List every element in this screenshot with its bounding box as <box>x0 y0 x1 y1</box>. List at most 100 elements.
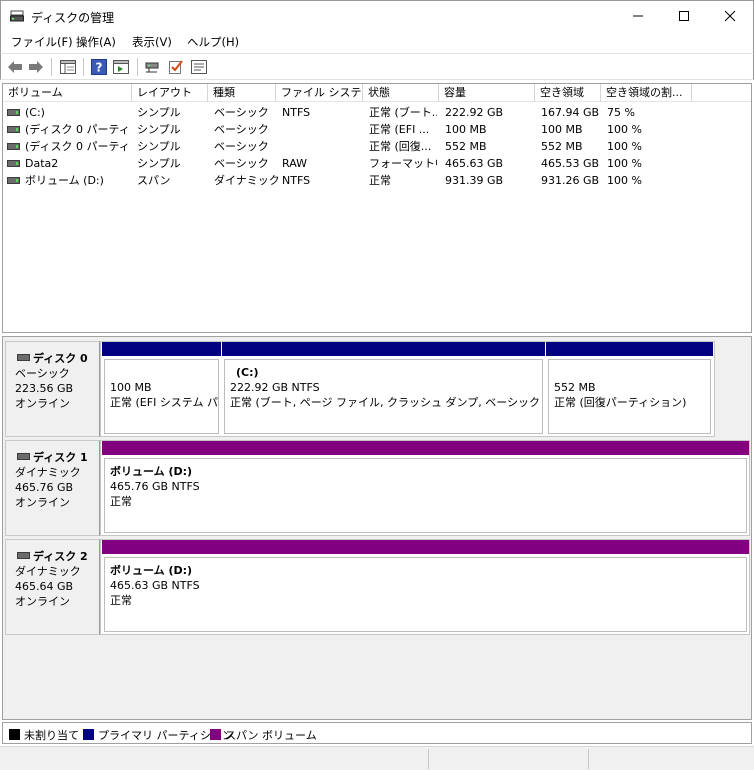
partition-c[interactable]: (C:) 222.92 GB NTFS 正常 (ブート, ページ ファイル, ク… <box>222 342 545 436</box>
partition-body: ボリューム (D:) 465.76 GB NTFS 正常 <box>104 458 747 533</box>
partition-color-bar <box>546 342 713 356</box>
disk-kind: ベーシック <box>15 367 70 380</box>
volume-capacity: 100 MB <box>445 123 487 136</box>
help-icon: ? <box>91 59 107 75</box>
volume-row[interactable]: (ディスク 0 パーティシ... シンプル ベーシック 正常 (EFI ... … <box>3 121 751 138</box>
back-arrow-icon <box>8 61 22 73</box>
legend-swatch <box>83 729 94 740</box>
disk-size: 223.56 GB <box>15 382 74 395</box>
status-bar <box>0 746 754 770</box>
disk-state: オンライン <box>15 595 70 608</box>
disk-2-label[interactable]: ディスク 2 ダイナミック 465.64 GB オンライン <box>5 539 100 635</box>
partition-status: 正常 <box>110 594 132 607</box>
partition-title: ボリューム (D:) <box>110 465 193 478</box>
volume-status: 正常 <box>369 174 391 187</box>
disk-0-label[interactable]: ディスク 0 ベーシック 223.56 GB オンライン <box>5 341 100 437</box>
partition-color-bar <box>102 342 221 356</box>
console-tree-button[interactable] <box>59 58 77 76</box>
back-button[interactable] <box>6 58 24 76</box>
disk-1-partitions: ボリューム (D:) 465.76 GB NTFS 正常 <box>100 440 750 536</box>
partition-body: 100 MB 正常 (EFI システム パー <box>104 359 219 434</box>
disk-state: オンライン <box>15 496 70 509</box>
volume-layout: シンプル <box>137 140 181 153</box>
volume-fs: NTFS <box>282 106 311 119</box>
drive-icon <box>7 109 20 116</box>
disk-0-partitions: 100 MB 正常 (EFI システム パー (C:) 222.92 GB NT… <box>100 341 715 437</box>
partition-size: 222.92 GB NTFS <box>230 381 320 394</box>
drive-icon <box>7 160 20 167</box>
disk-size: 465.64 GB <box>15 580 74 593</box>
properties-button[interactable] <box>190 58 208 76</box>
partition-status: 正常 (ブート, ページ ファイル, クラッシュ ダンプ, ベーシック データ … <box>230 396 542 409</box>
maximize-button[interactable] <box>661 1 707 31</box>
menu-view[interactable]: 表示(V) <box>132 34 172 50</box>
close-button[interactable] <box>707 1 753 31</box>
partition-title <box>110 365 218 380</box>
volume-row[interactable]: ボリューム (D:) スパン ダイナミック NTFS 正常 931.39 GB … <box>3 172 751 189</box>
partition-title <box>554 365 710 380</box>
minimize-icon <box>633 15 643 17</box>
volume-capacity: 931.39 GB <box>445 174 504 187</box>
partition-body: ボリューム (D:) 465.63 GB NTFS 正常 <box>104 557 747 632</box>
volume-layout: シンプル <box>137 157 181 170</box>
disk-state: オンライン <box>15 397 70 410</box>
partition-efi[interactable]: 100 MB 正常 (EFI システム パー <box>102 342 221 436</box>
volume-free: 465.53 GB <box>541 157 600 170</box>
volume-status: フォーマット中 <box>369 157 437 170</box>
show-hide-console-tree-icon <box>60 60 76 74</box>
check-icon <box>169 60 183 74</box>
connect-button[interactable] <box>144 58 162 76</box>
volume-free-pct: 75 % <box>607 106 635 119</box>
column-headers: ボリューム レイアウト 種類 ファイル システム 状態 容量 空き領域 空き領域… <box>3 84 751 102</box>
volume-row[interactable]: (C:) シンプル ベーシック NTFS 正常 (ブート... 222.92 G… <box>3 104 751 121</box>
drive-icon <box>7 143 20 150</box>
view-pane-button[interactable] <box>112 58 130 76</box>
volume-row[interactable]: (ディスク 0 パーティシ... シンプル ベーシック 正常 (回復... 55… <box>3 138 751 155</box>
partition-recovery[interactable]: 552 MB 正常 (回復パーティション) <box>546 342 713 436</box>
drive-icon <box>7 177 20 184</box>
maximize-icon <box>679 11 689 21</box>
disk-name-row: ディスク 0 <box>15 351 99 366</box>
menu-help[interactable]: ヘルプ(H) <box>187 34 239 50</box>
volume-type: ベーシック <box>214 106 269 119</box>
legend-unallocated: 未割り当て <box>9 727 79 743</box>
volume-capacity: 465.63 GB <box>445 157 504 170</box>
col-header-capacity[interactable]: 容量 <box>439 84 535 102</box>
legend-label: 未割り当て <box>24 729 79 742</box>
disk-1-label[interactable]: ディスク 1 ダイナミック 465.76 GB オンライン <box>5 440 100 536</box>
menu-action[interactable]: 操作(A) <box>76 34 116 50</box>
col-header-status[interactable]: 状態 <box>363 84 439 102</box>
col-header-layout[interactable]: レイアウト <box>132 84 208 102</box>
menu-file[interactable]: ファイル(F) <box>11 34 73 50</box>
forward-button[interactable] <box>27 58 45 76</box>
volume-status: 正常 (回復... <box>369 140 432 153</box>
volume-free: 100 MB <box>541 123 583 136</box>
check-button[interactable] <box>167 58 185 76</box>
volume-layout: シンプル <box>137 123 181 136</box>
disk-name-row: ディスク 1 <box>15 450 99 465</box>
volume-row[interactable]: Data2 シンプル ベーシック RAW フォーマット中 465.63 GB 4… <box>3 155 751 172</box>
partition-spanned-d[interactable]: ボリューム (D:) 465.63 GB NTFS 正常 <box>102 540 749 634</box>
volume-free: 167.94 GB <box>541 106 600 119</box>
volume-name: Data2 <box>25 157 59 170</box>
minimize-button[interactable] <box>615 1 661 31</box>
col-header-free[interactable]: 空き領域 <box>535 84 601 102</box>
partition-color-bar <box>222 342 545 356</box>
col-header-volume[interactable]: ボリューム <box>3 84 132 102</box>
col-header-free-pct[interactable]: 空き領域の割... <box>601 84 692 102</box>
volume-name: ボリューム (D:) <box>25 174 104 187</box>
partition-size: 100 MB <box>110 381 152 394</box>
volume-status: 正常 (EFI ... <box>369 123 430 136</box>
close-icon <box>724 10 736 22</box>
col-header-filesystem[interactable]: ファイル システム <box>276 84 363 102</box>
help-button[interactable]: ? <box>90 58 108 76</box>
disk-name: ディスク 1 <box>33 451 88 464</box>
partition-spanned-d[interactable]: ボリューム (D:) 465.76 GB NTFS 正常 <box>102 441 749 535</box>
col-header-type[interactable]: 種類 <box>208 84 276 102</box>
partition-size: 552 MB <box>554 381 596 394</box>
disk-name-row: ディスク 2 <box>15 549 99 564</box>
volume-free-pct: 100 % <box>607 140 642 153</box>
connect-icon <box>145 62 159 73</box>
volume-free: 552 MB <box>541 140 583 153</box>
view-pane-icon <box>113 60 129 74</box>
